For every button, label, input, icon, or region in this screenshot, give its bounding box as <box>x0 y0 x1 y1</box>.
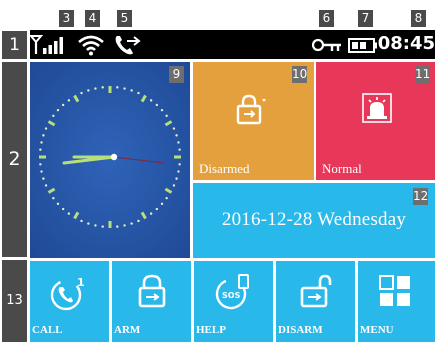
call-forward-icon <box>113 33 141 62</box>
clock-minute-mark <box>87 222 90 225</box>
annotation-badge-7: 7 <box>358 10 373 27</box>
clock-minute-mark <box>40 170 43 173</box>
annotation-badge-5: 5 <box>117 10 132 27</box>
nav-disarm-label: DISARM <box>278 324 323 336</box>
clock-minute-mark <box>149 99 153 102</box>
status-time: 08:45 <box>377 33 435 54</box>
status-bar: 08:45 <box>30 30 435 59</box>
clock-minute-mark <box>165 114 168 118</box>
annotation-badge-12: 12 <box>413 188 429 205</box>
clock-minute-mark <box>39 148 42 151</box>
clock-minute-mark <box>52 196 55 200</box>
clock-minute-mark <box>94 224 97 227</box>
annotation-badge-8: 8 <box>411 10 426 27</box>
svg-text:SOS: SOS <box>222 291 241 300</box>
clock-minute-mark <box>160 202 164 206</box>
sos-icon: SOS <box>214 273 252 316</box>
annotation-badge-11: 11 <box>415 66 431 83</box>
clock-minute-mark <box>101 225 104 228</box>
nav-call-button[interactable]: 1 CALL <box>30 261 109 342</box>
analog-clock <box>30 62 190 258</box>
clock-minute-mark <box>116 225 119 228</box>
alarm-status-tile[interactable]: 11 Normal <box>316 62 435 180</box>
nav-help-button[interactable]: SOS HELP <box>194 261 273 342</box>
date-tile: 12 2016-12-28 Wednesday <box>193 183 435 258</box>
nav-menu-button[interactable]: MENU <box>358 261 435 342</box>
clock-minute-mark <box>178 163 181 166</box>
clock-minute-mark <box>40 141 43 144</box>
clock-minute-mark <box>175 134 178 137</box>
clock-minute-mark <box>155 207 159 211</box>
clock-center <box>110 153 118 161</box>
lock-open-icon <box>298 273 332 314</box>
lock-closed-icon <box>136 273 168 314</box>
siren-icon <box>361 92 393 129</box>
clock-minute-mark <box>44 127 48 130</box>
clock-minute-mark <box>123 224 126 227</box>
clock-minute-mark <box>39 163 42 166</box>
clock-minute-mark <box>61 207 65 211</box>
annotation-badge-9: 9 <box>169 66 184 83</box>
clock-minute-mark <box>67 212 71 215</box>
clock-minute-mark <box>123 87 126 90</box>
clock-minute-mark <box>137 91 140 95</box>
clock-minute-mark <box>67 99 71 102</box>
wifi-icon <box>77 34 105 61</box>
annotation-badge-1: 1 <box>2 31 27 59</box>
arm-status-label: Disarmed <box>199 161 250 176</box>
clock-minute-mark <box>42 134 45 137</box>
clock-minute-mark <box>94 87 97 90</box>
clock-minute-mark <box>172 127 176 130</box>
clock-minute-mark <box>52 114 55 118</box>
clock-minute-mark <box>177 170 180 173</box>
key-icon <box>311 37 342 58</box>
signal-icon <box>30 34 72 61</box>
clock-minute-mark <box>80 91 83 95</box>
battery-icon <box>348 38 378 58</box>
nav-menu-label: MENU <box>360 324 394 336</box>
nav-arm-button[interactable]: ARM <box>112 261 191 342</box>
clock-minute-mark <box>44 184 48 187</box>
lock-icon <box>235 93 267 132</box>
clock-minute-mark <box>155 103 159 107</box>
clock-minute-mark <box>101 86 104 89</box>
clock-minute-mark <box>56 202 60 206</box>
svg-text:1: 1 <box>77 276 85 289</box>
nav-call-label: CALL <box>32 324 63 336</box>
clock-minute-mark <box>160 108 164 112</box>
annotation-badge-4: 4 <box>85 10 100 27</box>
nav-disarm-button[interactable]: DISARM <box>276 261 355 342</box>
clock-minute-mark <box>87 89 90 92</box>
clock-tile: 9 <box>30 62 190 258</box>
arm-status-tile[interactable]: 10 Disarmed <box>193 62 314 180</box>
clock-minute-mark <box>130 222 133 225</box>
device-screen: 08:45 9 10 Disarmed 11 Normal 12 2016-12… <box>30 30 435 342</box>
clock-minute-mark <box>80 219 83 223</box>
date-text: 2016-12-28 Wednesday <box>221 209 407 230</box>
clock-minute-mark <box>137 219 140 223</box>
clock-minute-mark <box>177 141 180 144</box>
clock-minute-mark <box>61 103 65 107</box>
annotation-badge-2: 2 <box>2 62 27 257</box>
annotation-badge-6: 6 <box>319 10 334 27</box>
annotation-badge-3: 3 <box>59 10 74 27</box>
clock-minute-mark <box>178 148 181 151</box>
grid-menu-icon <box>378 274 412 313</box>
nav-arm-label: ARM <box>114 324 141 336</box>
clock-minute-mark <box>116 86 119 89</box>
annotation-badge-10: 10 <box>292 66 308 83</box>
clock-minute-mark <box>172 184 176 187</box>
phone-icon: 1 <box>50 275 88 316</box>
nav-help-label: HELP <box>196 324 226 336</box>
clock-minute-mark <box>165 196 168 200</box>
clock-minute-mark <box>149 212 153 215</box>
clock-minute-mark <box>42 177 45 180</box>
annotation-badge-13: 13 <box>2 260 27 342</box>
alarm-status-label: Normal <box>322 161 362 176</box>
clock-minute-mark <box>175 177 178 180</box>
clock-minute-mark <box>56 108 60 112</box>
clock-minute-mark <box>130 89 133 92</box>
